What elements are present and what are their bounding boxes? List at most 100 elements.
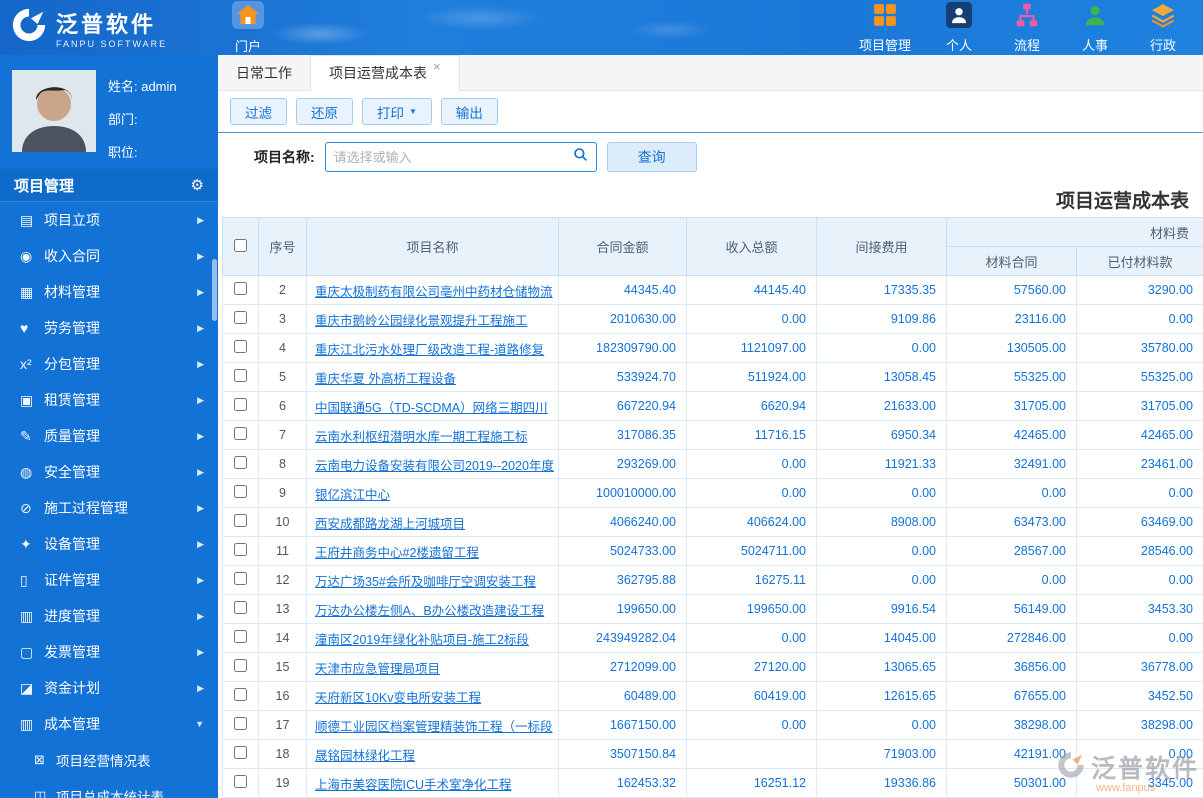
project-name-link[interactable]: 云南水利枢纽潜明水库一期工程施工标 (315, 430, 528, 444)
row-seq: 13 (258, 594, 307, 624)
row-checkbox[interactable] (234, 630, 247, 643)
select-all-checkbox[interactable] (234, 238, 247, 252)
nav-hr[interactable]: 人事 (1075, 2, 1115, 54)
income-total-cell: 16275.11 (686, 565, 817, 595)
project-name-link[interactable]: 万达广场35#会所及咖啡厅空调安装工程 (315, 575, 536, 589)
sidebar-menu-item[interactable]: ▥ 成本管理 ▼ (0, 706, 218, 742)
restore-button[interactable]: 还原 (296, 98, 353, 125)
portal-button[interactable]: 门户 (230, 0, 266, 55)
sidebar-menu-item[interactable]: ⊘ 施工过程管理 ▶ (0, 490, 218, 526)
sidebar-menu-item[interactable]: ▣ 租赁管理 ▶ (0, 382, 218, 418)
project-name-link[interactable]: 云南电力设备安装有限公司2019--2020年度 (315, 459, 554, 473)
filter-button[interactable]: 过滤 (230, 98, 287, 125)
header-contract-amount: 合同金额 (558, 217, 687, 276)
nav-admin[interactable]: 行政 (1143, 2, 1183, 54)
row-checkbox[interactable] (234, 340, 247, 353)
project-name-link[interactable]: 天府新区10Kv变电所安装工程 (315, 691, 481, 705)
project-name-link[interactable]: 王府井商务中心#2楼遗留工程 (315, 546, 479, 560)
chevron-right-icon: ▶ (197, 574, 204, 585)
project-name-link[interactable]: 重庆华夏 外高桥工程设备 (315, 372, 456, 386)
search-icon[interactable] (573, 147, 588, 167)
material-contract-cell: 0.00 (946, 478, 1077, 508)
sidebar-menu-item[interactable]: ▤ 项目立项 ▶ (0, 202, 218, 238)
income-total-cell: 11716.15 (686, 420, 817, 450)
project-name-link[interactable]: 西安成都路龙湖上河城项目 (315, 517, 465, 531)
project-name-link[interactable]: 重庆太极制药有限公司亳州中药材仓储物流 (315, 285, 553, 299)
table-row: 7 云南水利枢纽潜明水库一期工程施工标 317086.35 11716.15 6… (222, 420, 1203, 450)
sidebar-menu-item[interactable]: ◪ 资金计划 ▶ (0, 670, 218, 706)
project-name-link[interactable]: 中国联通5G（TD-SCDMA）网络三期四川 (315, 401, 548, 415)
query-button[interactable]: 查询 (606, 142, 697, 172)
row-seq: 12 (258, 565, 307, 595)
row-checkbox[interactable] (234, 398, 247, 411)
project-name-link[interactable]: 银亿滨江中心 (315, 488, 390, 502)
material-paid-cell: 35780.00 (1075, 333, 1203, 363)
contract-amount-cell: 5024733.00 (558, 536, 687, 566)
contract-amount-cell: 182309790.00 (558, 333, 687, 363)
material-paid-cell: 3290.00 (1075, 275, 1203, 305)
tab-daily-work[interactable]: 日常工作 (218, 55, 310, 90)
row-checkbox[interactable] (234, 282, 247, 295)
equipment-icon: ✦ (20, 535, 32, 552)
row-checkbox[interactable] (234, 427, 247, 440)
chevron-right-icon: ▶ (197, 430, 204, 441)
nav-project-management[interactable]: 项目管理 (859, 2, 911, 54)
sidebar-scrollbar-thumb[interactable] (212, 259, 217, 321)
nav-workflow[interactable]: 流程 (1007, 2, 1047, 54)
material-contract-cell: 50301.00 (946, 768, 1077, 798)
chevron-right-icon: ▶ (197, 502, 204, 513)
sidebar-menu-item[interactable]: ✎ 质量管理 ▶ (0, 418, 218, 454)
project-name-link[interactable]: 天津市应急管理局项目 (315, 662, 440, 676)
row-checkbox[interactable] (234, 659, 247, 672)
project-name-link[interactable]: 重庆江北污水处理厂级改造工程-道路修复 (315, 343, 544, 357)
progress-icon: ▥ (20, 607, 34, 624)
sidebar-menu-item[interactable]: ◍ 安全管理 ▶ (0, 454, 218, 490)
row-checkbox[interactable] (234, 514, 247, 527)
row-checkbox[interactable] (234, 311, 247, 324)
project-name-link[interactable]: 重庆市鹅岭公园绿化景观提升工程施工 (315, 314, 528, 328)
tab-project-operating-cost[interactable]: 项目运营成本表 × (310, 55, 460, 91)
header-material-paid: 已付材料款 (1075, 246, 1203, 276)
project-name-link[interactable]: 上海市美容医院ICU手术室净化工程 (315, 778, 512, 792)
row-seq: 7 (258, 420, 307, 450)
gear-icon[interactable]: ⚙ (191, 176, 204, 194)
sidebar-menu-item[interactable]: ♥ 劳务管理 ▶ (0, 310, 218, 346)
row-checkbox[interactable] (234, 485, 247, 498)
project-name-link[interactable]: 万达办公楼左侧A、B办公楼改造建设工程 (315, 604, 544, 618)
nav-personal[interactable]: 个人 (939, 1, 979, 54)
row-checkbox[interactable] (234, 717, 247, 730)
house-icon (230, 0, 266, 35)
table-row: 3 重庆市鹅岭公园绿化景观提升工程施工 2010630.00 0.00 9109… (222, 304, 1203, 334)
tab-bar: 日常工作 项目运营成本表 × (218, 55, 1203, 91)
material-paid-cell: 55325.00 (1075, 362, 1203, 392)
contract-amount-cell: 44345.40 (558, 275, 687, 305)
project-name-link[interactable]: 顺德工业园区档案管理精装饰工程（一标段 (315, 720, 553, 734)
sidebar-menu-item[interactable]: ▦ 材料管理 ▶ (0, 274, 218, 310)
sidebar-menu-item[interactable]: ▢ 发票管理 ▶ (0, 634, 218, 670)
sidebar-menu-item[interactable]: x² 分包管理 ▶ (0, 346, 218, 382)
sidebar-sub-item[interactable]: ◫ 项目总成本统计表 (0, 778, 218, 798)
sidebar-menu-item[interactable]: ◉ 收入合同 ▶ (0, 238, 218, 274)
cost-icon: ▥ (20, 715, 34, 732)
row-checkbox[interactable] (234, 369, 247, 382)
row-checkbox[interactable] (234, 601, 247, 614)
sidebar-menu-item[interactable]: ▯ 证件管理 ▶ (0, 562, 218, 598)
row-checkbox[interactable] (234, 572, 247, 585)
row-checkbox[interactable] (234, 688, 247, 701)
project-name-input[interactable] (333, 149, 573, 165)
row-checkbox[interactable] (234, 456, 247, 469)
material-paid-cell: 23461.00 (1075, 449, 1203, 479)
sidebar-menu-item[interactable]: ✦ 设备管理 ▶ (0, 526, 218, 562)
income-total-cell: 6620.94 (686, 391, 817, 421)
row-checkbox[interactable] (234, 775, 247, 788)
print-button[interactable]: 打印 ▼ (362, 98, 432, 125)
sidebar-menu-item[interactable]: ▥ 进度管理 ▶ (0, 598, 218, 634)
tab-close-icon[interactable]: × (433, 59, 441, 74)
sidebar-sub-item[interactable]: ⊠ 项目经营情况表 (0, 742, 218, 778)
row-checkbox[interactable] (234, 746, 247, 759)
export-button[interactable]: 输出 (440, 98, 498, 125)
row-checkbox[interactable] (234, 543, 247, 556)
indirect-cost-cell: 12615.65 (816, 681, 947, 711)
project-name-link[interactable]: 晟铭园林绿化工程 (315, 749, 415, 763)
project-name-link[interactable]: 潼南区2019年绿化补贴项目-施工2标段 (315, 633, 529, 647)
